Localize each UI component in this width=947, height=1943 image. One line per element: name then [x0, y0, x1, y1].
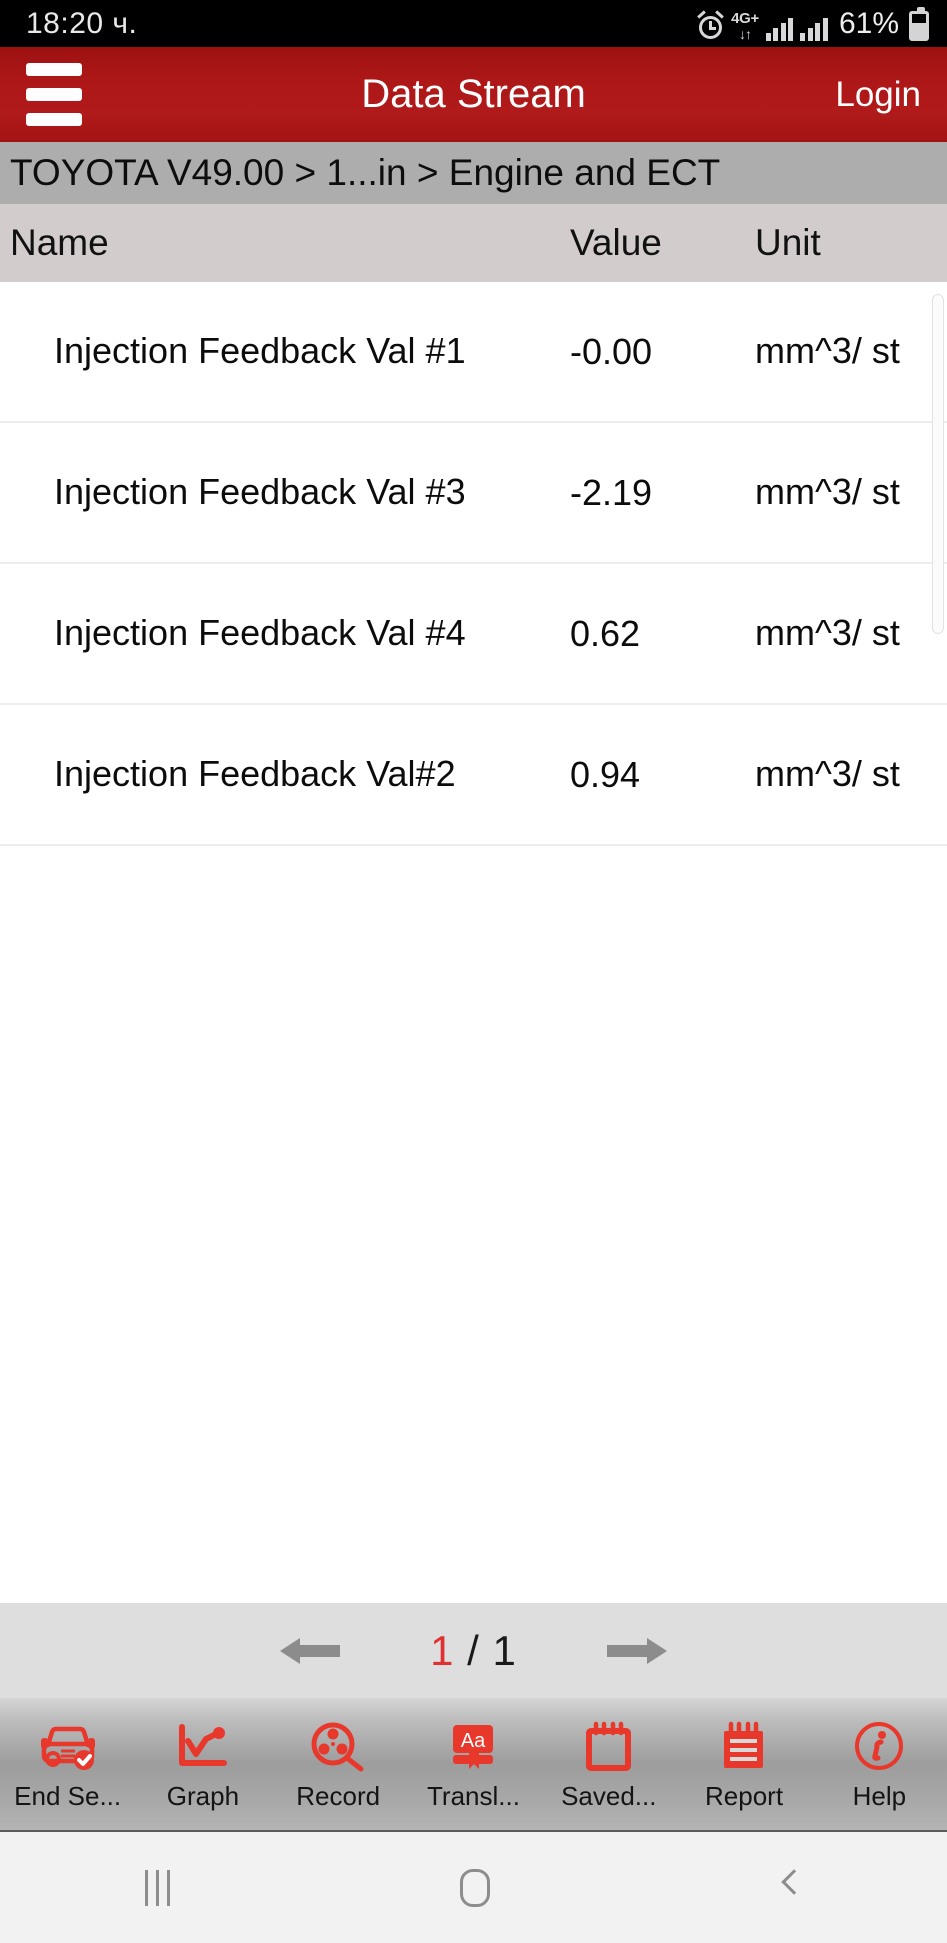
cell-unit: mm^3/ st	[755, 471, 947, 513]
battery-percent-label: 61%	[839, 7, 899, 41]
toolbar-label: Report	[705, 1781, 783, 1812]
page-indicator: 1 / 1	[430, 1627, 517, 1675]
toolbar-label: Graph	[167, 1781, 239, 1812]
phone-screen: 18:20 ч. 4G+ ↓↑ 61% Data Stream Login TO…	[0, 0, 947, 1943]
table-header-row: Name Value Unit	[0, 204, 947, 282]
toolbar-label: Saved...	[561, 1781, 656, 1812]
battery-icon	[909, 11, 929, 41]
total-pages-label: / 1	[467, 1627, 517, 1674]
signal-bars-sim1-icon	[766, 16, 794, 41]
column-header-unit: Unit	[755, 222, 947, 264]
cell-name: Injection Feedback Val#2	[0, 753, 570, 795]
cell-unit: mm^3/ st	[755, 612, 947, 654]
bottom-toolbar: End Se... Graph	[0, 1698, 947, 1830]
hamburger-menu-icon[interactable]	[26, 63, 82, 126]
alarm-icon	[697, 11, 724, 41]
cell-value: -2.19	[570, 472, 755, 514]
toolbar-button-report[interactable]: Report	[676, 1698, 811, 1830]
status-icons: 4G+ ↓↑ 61%	[697, 7, 929, 41]
cell-name: Injection Feedback Val #4	[0, 612, 570, 654]
toolbar-button-saved[interactable]: Saved...	[541, 1698, 676, 1830]
page-title: Data Stream	[0, 72, 947, 117]
notepad-lines-icon	[717, 1716, 771, 1778]
cell-value: 0.94	[570, 754, 755, 796]
table-row[interactable]: Injection Feedback Val#2 0.94 mm^3/ st	[0, 705, 947, 846]
toolbar-label: End Se...	[14, 1781, 121, 1812]
login-button[interactable]: Login	[835, 75, 921, 115]
signal-bars-sim2-icon	[800, 16, 828, 41]
column-header-value: Value	[570, 222, 755, 264]
cell-name: Injection Feedback Val #3	[0, 471, 570, 513]
pagination-bar: 1 / 1	[0, 1603, 947, 1698]
android-navigation-bar	[0, 1830, 947, 1943]
current-page-number: 1	[430, 1627, 454, 1674]
status-bar: 18:20 ч. 4G+ ↓↑ 61%	[0, 0, 947, 47]
film-reel-search-icon	[309, 1716, 367, 1778]
toolbar-button-help[interactable]: Help	[812, 1698, 947, 1830]
toolbar-button-end-session[interactable]: End Se...	[0, 1698, 135, 1830]
network-type-indicator: 4G+ ↓↑	[731, 11, 759, 41]
list-scrollbar[interactable]	[932, 282, 944, 1603]
cell-unit: mm^3/ st	[755, 753, 947, 795]
toolbar-button-record[interactable]: Record	[271, 1698, 406, 1830]
column-header-name: Name	[0, 222, 570, 264]
cell-value: -0.00	[570, 331, 755, 373]
toolbar-label: Transl...	[427, 1781, 520, 1812]
network-type-label: 4G+	[731, 11, 759, 26]
translate-aa-icon: Aa	[446, 1716, 500, 1778]
table-row[interactable]: Injection Feedback Val #4 0.62 mm^3/ st	[0, 564, 947, 705]
breadcrumb[interactable]: TOYOTA V49.00 > 1...in > Engine and ECT	[0, 142, 947, 204]
home-icon[interactable]	[460, 1869, 490, 1907]
car-check-icon	[38, 1716, 98, 1778]
notepad-blank-icon	[582, 1716, 636, 1778]
cell-name: Injection Feedback Val #1	[0, 330, 570, 372]
data-stream-list[interactable]: Injection Feedback Val #1 -0.00 mm^3/ st…	[0, 282, 947, 1603]
toolbar-button-graph[interactable]: Graph	[135, 1698, 270, 1830]
data-transfer-arrows-icon: ↓↑	[739, 27, 751, 41]
back-icon[interactable]	[780, 1870, 802, 1906]
recents-icon[interactable]	[145, 1870, 170, 1906]
toolbar-button-translate[interactable]: Aa Transl...	[406, 1698, 541, 1830]
arrow-left-icon[interactable]	[280, 1633, 342, 1669]
app-bar: Data Stream Login	[0, 47, 947, 142]
svg-text:Aa: Aa	[461, 1730, 486, 1752]
line-chart-icon	[175, 1716, 231, 1778]
table-row[interactable]: Injection Feedback Val #3 -2.19 mm^3/ st	[0, 423, 947, 564]
arrow-right-icon[interactable]	[605, 1633, 667, 1669]
cell-unit: mm^3/ st	[755, 330, 947, 372]
toolbar-label: Record	[296, 1781, 380, 1812]
scrollbar-thumb[interactable]	[932, 294, 944, 634]
info-circle-icon	[851, 1716, 907, 1778]
cell-value: 0.62	[570, 613, 755, 655]
table-row[interactable]: Injection Feedback Val #1 -0.00 mm^3/ st	[0, 282, 947, 423]
status-time: 18:20 ч.	[26, 7, 137, 41]
toolbar-label: Help	[853, 1781, 906, 1812]
